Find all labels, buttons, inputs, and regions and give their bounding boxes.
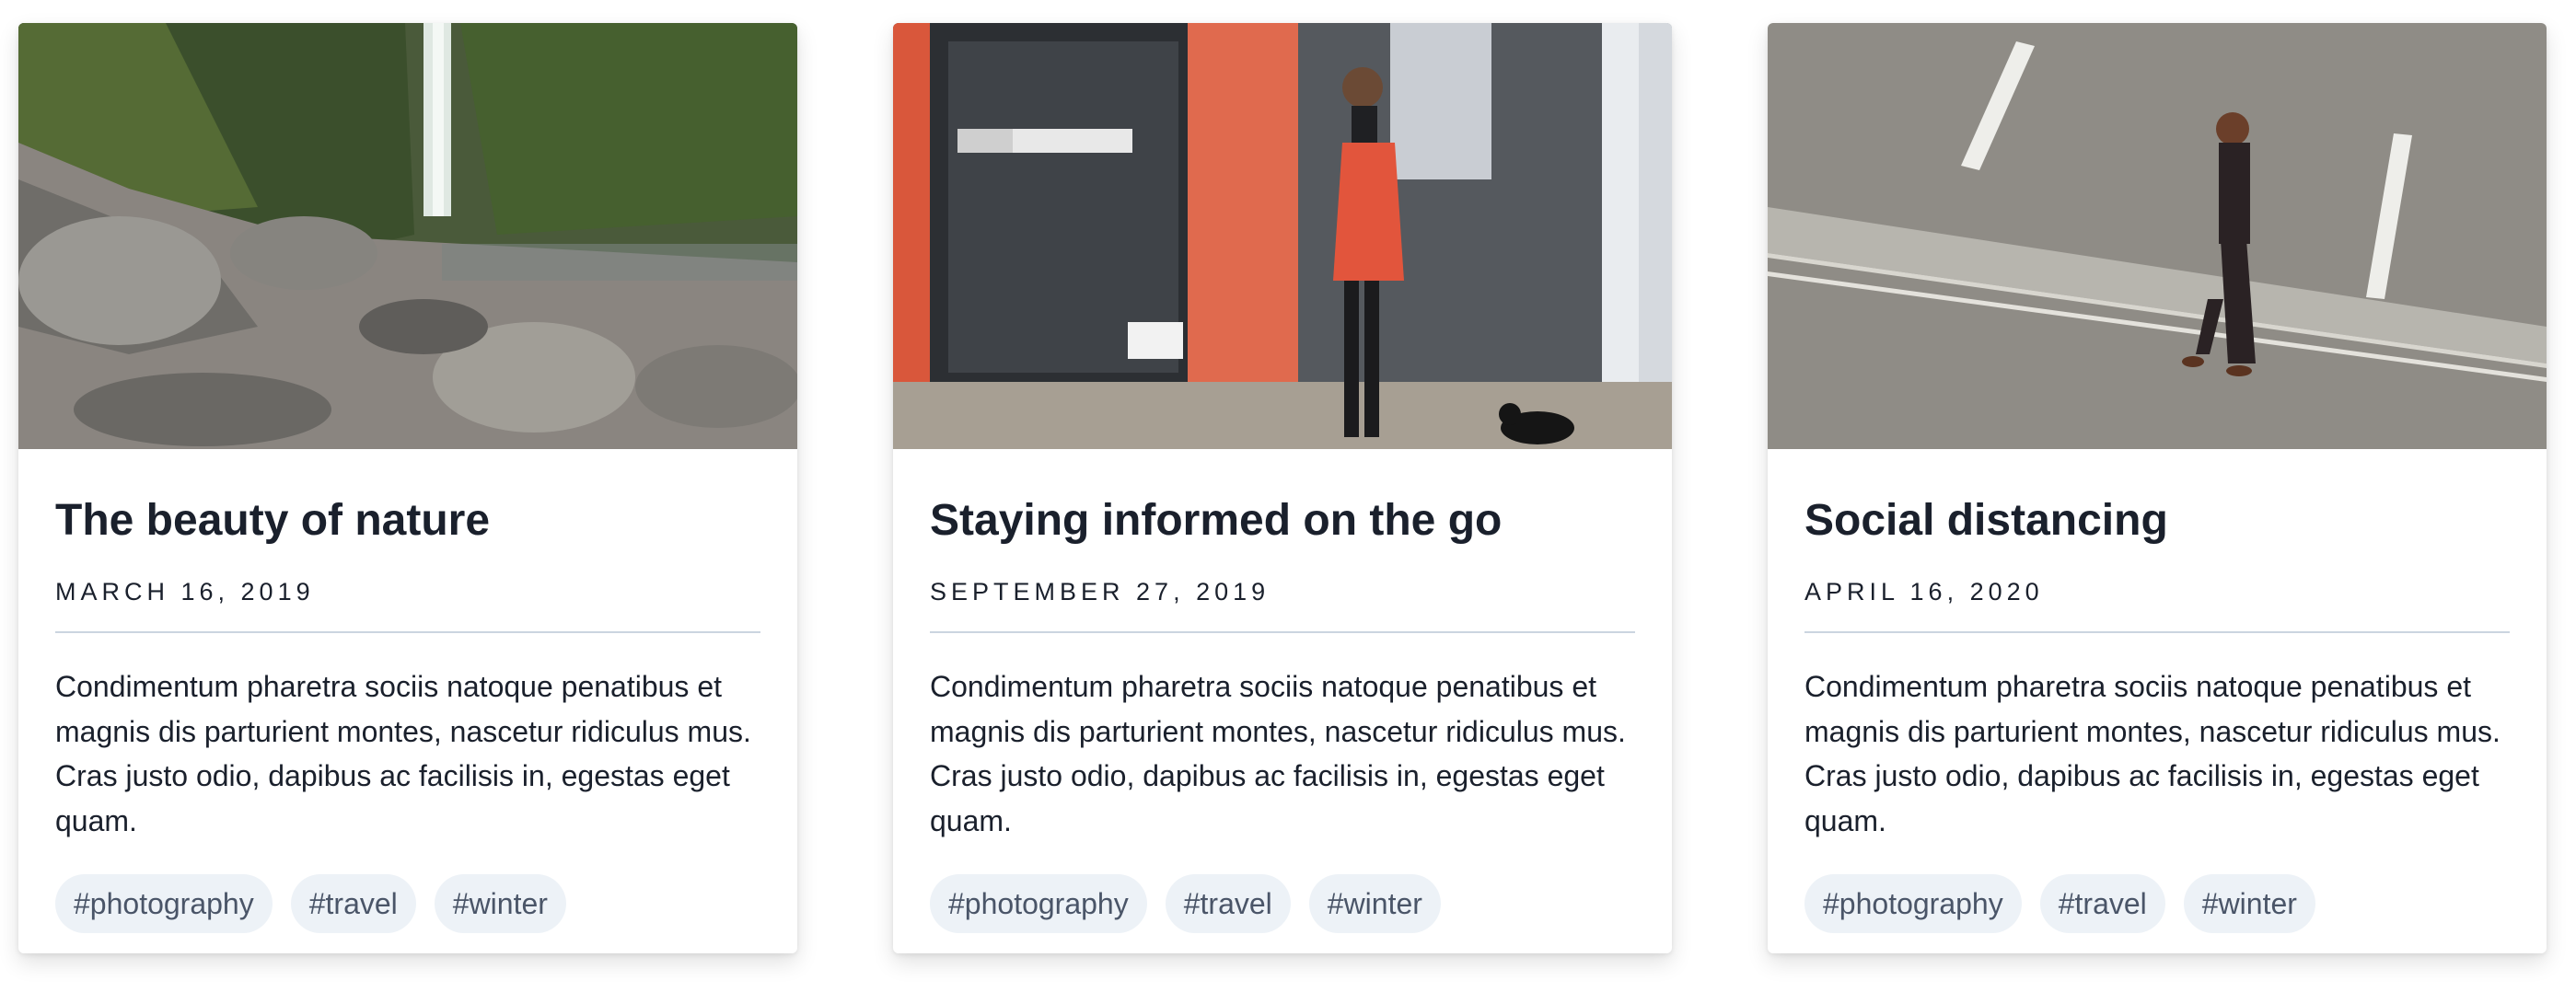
card-image-street[interactable] xyxy=(1768,23,2547,449)
tag-list: #photography #travel #winter xyxy=(930,874,1635,933)
divider xyxy=(55,631,760,633)
card-title[interactable]: Social distancing xyxy=(1804,493,2510,548)
storefront-image xyxy=(893,23,1672,449)
tag-photography[interactable]: #photography xyxy=(930,874,1147,933)
tag-winter[interactable]: #winter xyxy=(2183,874,2315,933)
card-date: MARCH 16, 2019 xyxy=(55,578,315,606)
card-title[interactable]: The beauty of nature xyxy=(55,493,760,548)
card-excerpt: Condimentum pharetra sociis natoque pena… xyxy=(55,670,751,837)
tag-photography[interactable]: #photography xyxy=(1804,874,2022,933)
tag-winter[interactable]: #winter xyxy=(1308,874,1441,933)
card-excerpt: Condimentum pharetra sociis natoque pena… xyxy=(930,670,1626,837)
tag-travel[interactable]: #travel xyxy=(1165,874,1291,933)
blog-card[interactable]: The beauty of nature MARCH 16, 2019 Cond… xyxy=(18,23,797,953)
tag-travel[interactable]: #travel xyxy=(2039,874,2165,933)
card-image-storefront[interactable] xyxy=(893,23,1672,449)
blog-card[interactable]: Social distancing APRIL 16, 2020 Condime… xyxy=(1768,23,2547,953)
card-date: SEPTEMBER 27, 2019 xyxy=(930,578,1271,606)
blog-card[interactable]: Staying informed on the go SEPTEMBER 27,… xyxy=(893,23,1672,953)
card-excerpt: Condimentum pharetra sociis natoque pena… xyxy=(1804,670,2501,837)
divider xyxy=(1804,631,2510,633)
tag-travel[interactable]: #travel xyxy=(290,874,416,933)
tag-list: #photography #travel #winter xyxy=(1804,874,2510,933)
waterfall-image xyxy=(18,23,797,449)
card-image-nature[interactable] xyxy=(18,23,797,449)
divider xyxy=(930,631,1635,633)
tag-winter[interactable]: #winter xyxy=(434,874,566,933)
street-image xyxy=(1768,23,2547,449)
card-date: APRIL 16, 2020 xyxy=(1804,578,2044,606)
blog-card-grid: The beauty of nature MARCH 16, 2019 Cond… xyxy=(0,0,2576,992)
tag-list: #photography #travel #winter xyxy=(55,874,760,933)
tag-photography[interactable]: #photography xyxy=(55,874,273,933)
card-title[interactable]: Staying informed on the go xyxy=(930,493,1635,548)
